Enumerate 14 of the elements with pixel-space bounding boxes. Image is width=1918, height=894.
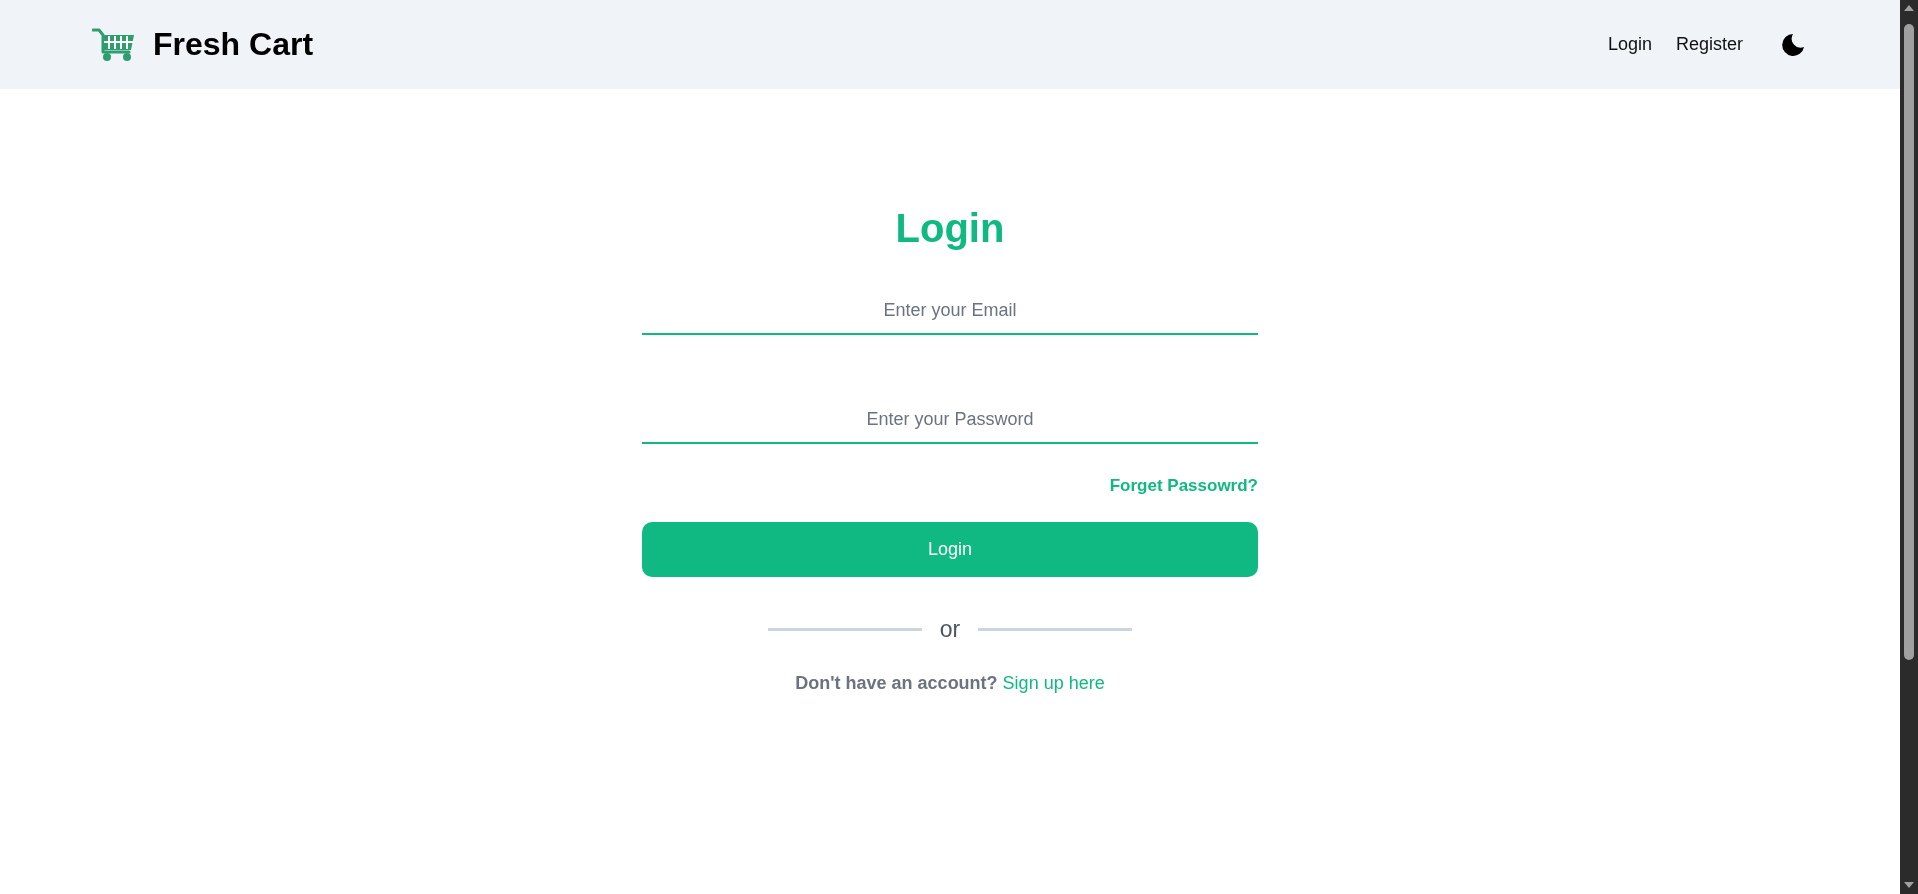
login-button[interactable]: Login [642, 522, 1258, 577]
divider-text: or [939, 616, 961, 643]
nav-link[interactable]: Register [1675, 34, 1743, 55]
input-field[interactable]: Enter your Email [642, 290, 1258, 335]
signup-prompt: Don't have an account? Sign up here [794, 673, 1106, 694]
input-field[interactable]: Enter your Password [642, 399, 1258, 444]
page-title: Login [894, 205, 1006, 252]
scrollbar[interactable] [1900, 0, 1918, 894]
moon-icon[interactable] [1781, 32, 1805, 57]
nav-link[interactable]: Login [1607, 34, 1652, 55]
cart-icon [92, 26, 136, 63]
brand-name: Fresh Cart [153, 26, 314, 63]
signup-link[interactable]: Sign up here [1002, 673, 1105, 693]
forgot-password-link[interactable]: Forget Passowrd? [1109, 476, 1258, 496]
